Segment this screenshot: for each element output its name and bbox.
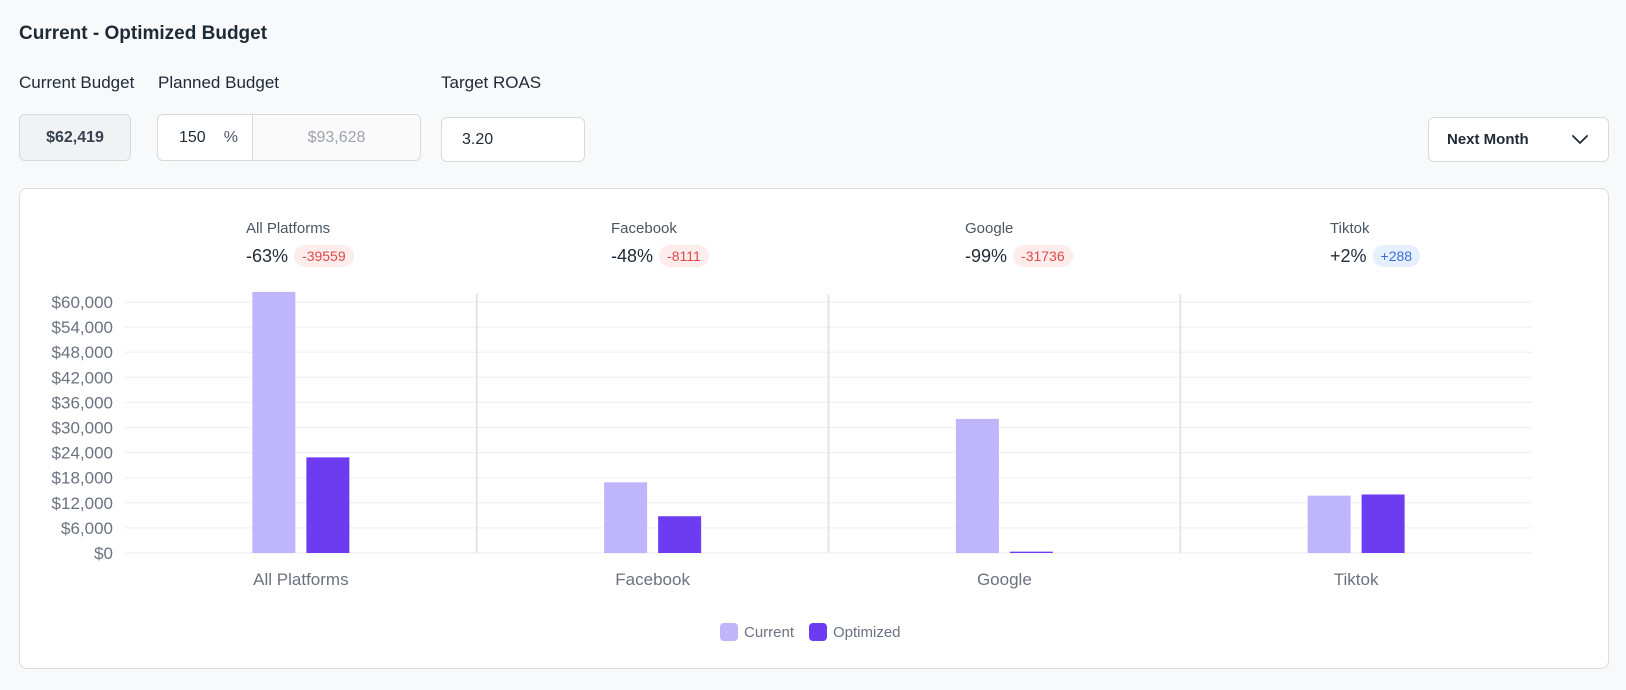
- budget-chart-panel: All Platforms -63% -39559 Facebook -48% …: [19, 188, 1609, 669]
- y-tick-label: $24,000: [52, 444, 113, 463]
- chevron-down-icon: [1572, 134, 1588, 144]
- y-tick-label: $36,000: [52, 393, 113, 412]
- period-dropdown-label: Next Month: [1447, 131, 1529, 148]
- y-tick-label: $30,000: [52, 419, 113, 438]
- y-tick-label: $12,000: [52, 494, 113, 513]
- y-tick-label: $54,000: [52, 318, 113, 337]
- bar-optimized: [658, 516, 702, 553]
- planned-amount: $93,628: [253, 115, 420, 160]
- bar-current: [252, 291, 296, 553]
- planned-percent-value: 150: [179, 128, 206, 146]
- bar-optimized: [306, 457, 350, 553]
- current-budget-value: $62,419: [19, 114, 131, 161]
- budget-bar-chart: $0 $6,000 $12,000 $18,000 $24,000 $30,000 $36,…: [52, 291, 1532, 641]
- y-tick-label: $6,000: [61, 519, 113, 538]
- x-tick-label: Facebook: [615, 570, 690, 589]
- y-tick-label: $18,000: [52, 469, 113, 488]
- percent-symbol: %: [223, 128, 238, 146]
- planned-budget-label: Planned Budget: [158, 73, 279, 92]
- legend-label-optimized: Optimized: [833, 624, 901, 641]
- x-tick-label: Google: [977, 570, 1032, 589]
- x-tick-label: Tiktok: [1334, 570, 1379, 589]
- bar-current: [955, 418, 999, 553]
- y-tick-label: $42,000: [52, 368, 113, 387]
- bar-optimized: [1009, 551, 1053, 553]
- legend-swatch-optimized: [809, 623, 827, 641]
- current-budget-label: Current Budget: [19, 73, 135, 92]
- y-tick-label: $48,000: [52, 343, 113, 362]
- period-dropdown[interactable]: Next Month: [1428, 117, 1609, 162]
- page-title: Current - Optimized Budget: [19, 23, 268, 44]
- target-roas-value: 3.20: [462, 130, 494, 148]
- bar-current: [1307, 495, 1351, 553]
- legend-swatch-current: [720, 623, 738, 641]
- legend-label-current: Current: [744, 624, 795, 641]
- planned-budget-field[interactable]: 150 % $93,628: [157, 114, 421, 161]
- bar-current: [604, 482, 648, 553]
- planned-percent-input[interactable]: 150 %: [158, 115, 253, 160]
- bar-optimized: [1361, 494, 1405, 553]
- y-tick-label: $60,000: [52, 293, 113, 312]
- x-tick-label: All Platforms: [253, 570, 348, 589]
- y-tick-label: $0: [94, 544, 113, 563]
- target-roas-input[interactable]: 3.20: [441, 117, 585, 162]
- target-roas-label: Target ROAS: [441, 73, 542, 92]
